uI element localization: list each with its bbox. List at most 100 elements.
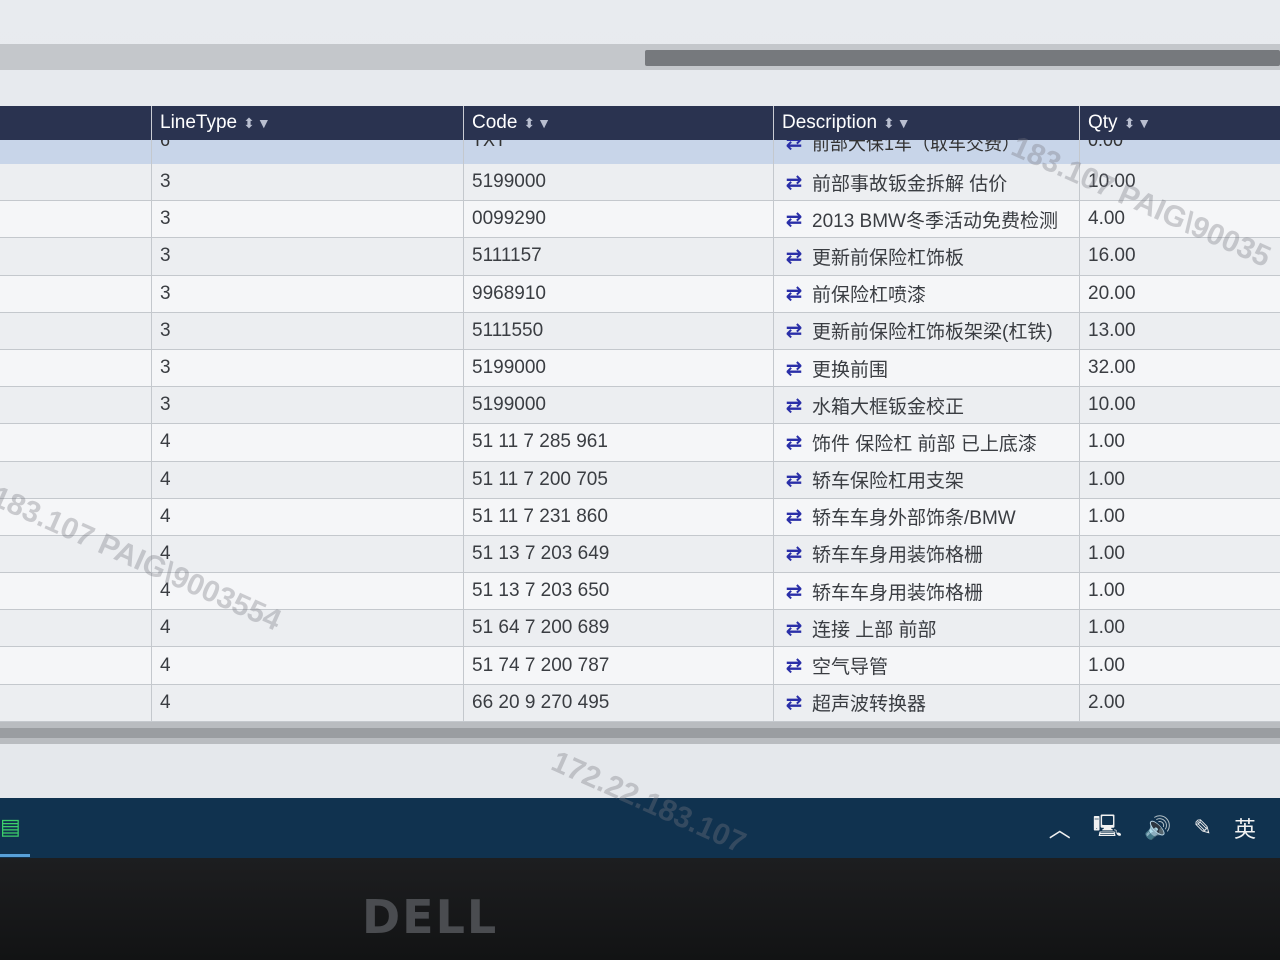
table-row[interactable]: 4 51 13 7 203 649 ⇄ 轿车车身用装饰格栅 1.00 — [0, 535, 1280, 574]
qty-cell: 1.00 — [1079, 573, 1280, 610]
table-row[interactable]: 3 5111550 ⇄ 更新前保险杠饰板架梁(杠铁) 13.00 — [0, 312, 1280, 350]
pen-icon[interactable]: ✎ — [1194, 815, 1212, 841]
linetype-cell: 3 — [151, 275, 463, 312]
swap-arrows-icon[interactable]: ⇄ — [782, 690, 806, 715]
qty-cell: 1.00 — [1079, 610, 1280, 647]
linetype-cell: 3 — [151, 201, 463, 238]
qty-cell: 4.00 — [1079, 201, 1280, 238]
sort-arrows-icon[interactable]: ⬍ — [883, 115, 895, 132]
column-header-description[interactable]: Description ⬍ ▼ — [773, 106, 1079, 140]
volume-icon[interactable]: 🔊 — [1144, 815, 1171, 841]
table-row[interactable]: 4 51 64 7 200 689 ⇄ 连接 上部 前部 1.00 — [0, 610, 1280, 648]
swap-arrows-icon[interactable]: ⇄ — [782, 579, 806, 604]
description-cell: ⇄ 2013 BMW冬季活动免费检测 — [773, 201, 1079, 238]
swap-arrows-icon[interactable]: ⇄ — [782, 430, 806, 455]
table-row[interactable]: 3 5111157 ⇄ 更新前保险杠饰板 16.00 — [0, 238, 1280, 276]
qty-cell: 1.00 — [1079, 535, 1280, 573]
filter-funnel-icon[interactable]: ▼ — [897, 115, 911, 131]
code-cell: 51 11 7 285 961 — [463, 424, 773, 461]
code-cell: 66 20 9 270 495 — [463, 684, 773, 721]
linetype-cell: 4 — [151, 610, 463, 647]
sort-arrows-icon[interactable]: ⬍ — [523, 115, 535, 132]
description-text: 前保险杠喷漆 — [812, 285, 927, 307]
app-icon[interactable]: ▤ — [0, 814, 21, 842]
qty-cell: 0.00 — [1079, 140, 1280, 164]
description-text: 前部大保1车（取车交费） — [812, 140, 1021, 154]
table-row[interactable]: 4 51 13 7 203 650 ⇄ 轿车车身用装饰格栅 1.00 — [0, 573, 1280, 611]
linetype-cell: 3 — [151, 387, 463, 424]
row-blank-cell — [0, 610, 151, 646]
table-row[interactable]: 4 51 11 7 200 705 ⇄ 轿车保险杠用支架 1.00 — [0, 461, 1280, 499]
active-app-indicator — [0, 854, 30, 857]
swap-arrows-icon[interactable]: ⇄ — [782, 504, 806, 529]
filter-funnel-icon[interactable]: ▼ — [1137, 115, 1151, 131]
description-text: 轿车保险杠用支架 — [812, 471, 965, 493]
table-row[interactable]: 3 0099290 ⇄ 2013 BMW冬季活动免费检测 4.00 — [0, 201, 1280, 239]
linetype-cell: 4 — [151, 461, 463, 498]
column-label: Description — [782, 112, 878, 133]
table-row[interactable]: 3 5199000 ⇄ 更换前围 32.00 — [0, 349, 1280, 388]
table-row[interactable]: 4 51 11 7 285 961 ⇄ 饰件 保险杠 前部 已上底漆 1.00 — [0, 424, 1280, 462]
qty-cell: 1.00 — [1079, 647, 1280, 684]
description-text: 前部事故钣金拆解 估价 — [812, 173, 1008, 195]
linetype-cell: 4 — [151, 684, 463, 721]
swap-arrows-icon[interactable]: ⇄ — [782, 140, 806, 155]
row-blank-cell — [0, 164, 151, 200]
table-row-partial[interactable]: 6 TXT ⇄ 前部大保1车（取车交费） 0.00 — [0, 140, 1280, 165]
swap-arrows-icon[interactable]: ⇄ — [782, 356, 806, 381]
table-row[interactable]: 4 66 20 9 270 495 ⇄ 超声波转换器 2.00 — [0, 684, 1280, 722]
qty-cell: 32.00 — [1079, 349, 1280, 387]
swap-arrows-icon[interactable]: ⇄ — [782, 393, 806, 418]
column-header-qty[interactable]: Qty ⬍ ▼ — [1079, 106, 1280, 140]
swap-arrows-icon[interactable]: ⇄ — [782, 244, 806, 269]
row-blank-cell — [0, 499, 151, 535]
description-text: 更新前保险杠饰板 — [812, 247, 965, 269]
code-cell: 51 13 7 203 650 — [463, 573, 773, 610]
table-row[interactable]: 3 9968910 ⇄ 前保险杠喷漆 20.00 — [0, 275, 1280, 313]
sort-arrows-icon[interactable]: ⬍ — [1124, 115, 1136, 132]
table-row[interactable]: 3 5199000 ⇄ 前部事故钣金拆解 估价 10.00 — [0, 164, 1280, 202]
bottom-horizontal-scrollbar[interactable] — [0, 722, 1280, 744]
swap-arrows-icon[interactable]: ⇄ — [782, 170, 806, 195]
description-text: 连接 上部 前部 — [812, 619, 937, 641]
code-cell: 9968910 — [463, 275, 773, 312]
swap-arrows-icon[interactable]: ⇄ — [782, 616, 806, 641]
filter-funnel-icon[interactable]: ▼ — [537, 115, 551, 131]
description-cell: ⇄ 超声波转换器 — [773, 684, 1079, 721]
code-cell: 51 74 7 200 787 — [463, 647, 773, 684]
scrollbar-thumb[interactable] — [645, 50, 1280, 66]
scrollbar-thumb[interactable] — [0, 728, 1280, 738]
description-cell: ⇄ 水箱大框钣金校正 — [773, 387, 1079, 424]
qty-cell: 20.00 — [1079, 275, 1280, 312]
sort-arrows-icon[interactable]: ⬍ — [243, 115, 255, 132]
screen: LineType ⬍ ▼ Code ⬍ ▼ Description ⬍ ▼ Qt… — [0, 0, 1280, 880]
description-cell: ⇄ 前保险杠喷漆 — [773, 275, 1079, 312]
swap-arrows-icon[interactable]: ⇄ — [782, 207, 806, 232]
chevron-up-icon[interactable]: ︿ — [1049, 812, 1071, 844]
monitor-bezel — [0, 858, 1280, 960]
swap-arrows-icon[interactable]: ⇄ — [782, 541, 806, 566]
filter-funnel-icon[interactable]: ▼ — [257, 115, 271, 131]
description-cell: ⇄ 空气导管 — [773, 647, 1079, 684]
column-header-linetype[interactable]: LineType ⬍ ▼ — [151, 106, 463, 140]
linetype-cell: 3 — [151, 164, 463, 201]
ime-indicator[interactable]: 英 — [1234, 812, 1256, 844]
description-text: 轿车车身用装饰格栅 — [812, 582, 984, 604]
description-cell: ⇄ 更换前围 — [773, 349, 1079, 387]
row-blank-cell — [0, 313, 151, 349]
description-cell: ⇄ 连接 上部 前部 — [773, 610, 1079, 647]
swap-arrows-icon[interactable]: ⇄ — [782, 281, 806, 306]
row-blank-cell — [0, 536, 151, 572]
table-row[interactable]: 4 51 11 7 231 860 ⇄ 轿车车身外部饰条/BMW 1.00 — [0, 498, 1280, 536]
network-icon[interactable]: 🖳 — [1093, 809, 1122, 847]
description-text: 更新前保险杠饰板架梁(杠铁) — [812, 322, 1053, 344]
table-row[interactable]: 3 5199000 ⇄ 水箱大框钣金校正 10.00 — [0, 387, 1280, 425]
column-label: Qty — [1088, 112, 1118, 133]
swap-arrows-icon[interactable]: ⇄ — [782, 467, 806, 492]
swap-arrows-icon[interactable]: ⇄ — [782, 318, 806, 343]
swap-arrows-icon[interactable]: ⇄ — [782, 653, 806, 678]
code-cell: 5199000 — [463, 387, 773, 424]
column-header-code[interactable]: Code ⬍ ▼ — [463, 106, 773, 140]
table-row[interactable]: 4 51 74 7 200 787 ⇄ 空气导管 1.00 — [0, 647, 1280, 685]
top-horizontal-scrollbar[interactable] — [0, 44, 1280, 70]
